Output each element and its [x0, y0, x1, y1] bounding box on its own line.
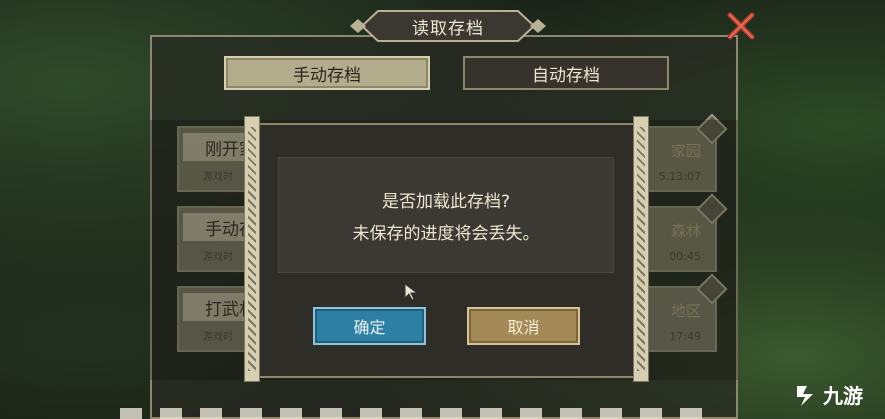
dialog-message-box [278, 157, 614, 273]
confirm-label: 确定 [353, 318, 386, 337]
cancel-label: 取消 [507, 318, 540, 337]
dialog-warning: 未保存的进度将会丢失。 [352, 224, 540, 244]
mouse-cursor-icon [404, 283, 419, 301]
dialog-right-pillar [633, 116, 649, 382]
tab-label: 手动存档 [293, 65, 361, 86]
tab-auto-save[interactable]: 自动存档 [463, 56, 669, 90]
jiuyou-logo-icon [797, 385, 813, 406]
confirm-load-dialog [244, 123, 648, 378]
cancel-button[interactable]: 取消 [467, 307, 580, 345]
confirm-button[interactable]: 确定 [313, 307, 426, 345]
dialog-question: 是否加载此存档? [381, 192, 511, 212]
dialog-left-pillar [244, 116, 260, 382]
subtitle-strip [120, 408, 720, 419]
tab-manual-save[interactable]: 手动存档 [224, 56, 430, 90]
tab-label: 自动存档 [532, 65, 600, 86]
page-title: 读取存档 [412, 18, 484, 39]
site-watermark: 九游 [793, 380, 863, 409]
close-button[interactable] [724, 9, 758, 43]
close-icon [727, 12, 755, 40]
watermark-text: 九游 [823, 384, 863, 408]
panel-title-badge: 读取存档 [348, 9, 548, 43]
